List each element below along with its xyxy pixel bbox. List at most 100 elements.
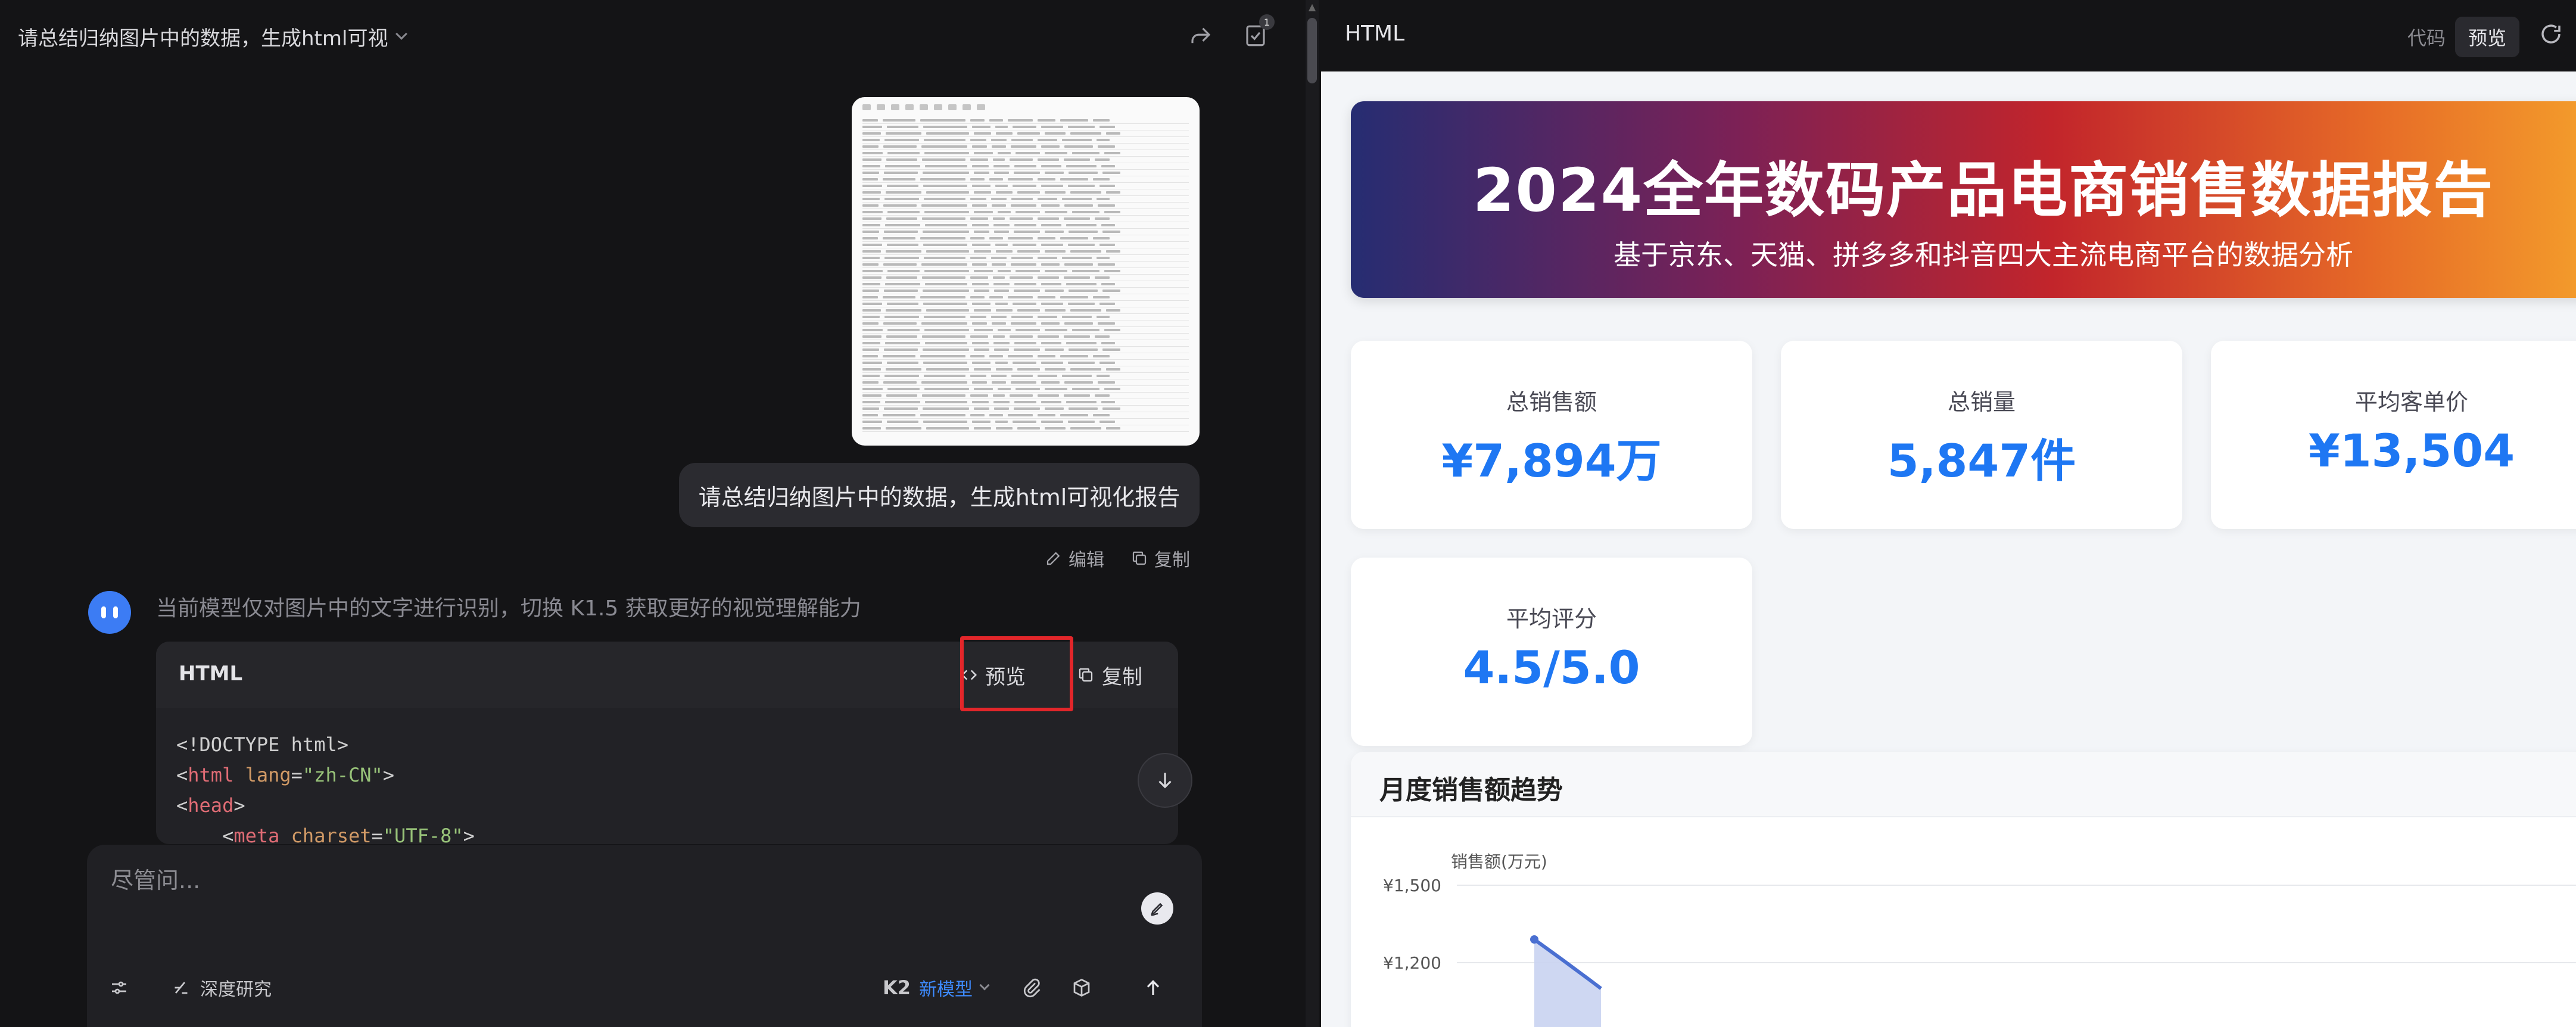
send-button[interactable] (1142, 971, 1164, 1004)
uploaded-image-thumbnail[interactable] (852, 97, 1200, 446)
refresh-icon[interactable] (2538, 21, 2568, 51)
spreadsheet-row (862, 340, 1189, 347)
spreadsheet-row (862, 203, 1189, 209)
copy-message-button[interactable]: 复制 (1130, 543, 1190, 573)
chat-input[interactable] (111, 863, 1123, 898)
spreadsheet-rows (862, 117, 1189, 446)
copy-code-label: 复制 (1102, 665, 1142, 689)
spreadsheet-row (862, 150, 1189, 157)
kpi-card-total-sales: 总销售额 ¥7,894万 (1351, 341, 1752, 529)
tab-preview-label: 预览 (2468, 27, 2507, 49)
copy-icon (1079, 668, 1093, 682)
share-icon[interactable] (1184, 19, 1217, 52)
spreadsheet-row (862, 262, 1189, 268)
chart-y-tick-label: ¥1,500 (1383, 876, 1441, 895)
kpi-card-avg-order-value: 平均客单价 ¥13,504 (2211, 341, 2576, 529)
chevron-down-icon (979, 980, 990, 991)
tab-preview[interactable]: 预览 (2455, 17, 2520, 57)
report-subtitle: 基于京东、天猫、拼多多和抖音四大主流电商平台的数据分析 (1613, 239, 2353, 271)
deep-research-button[interactable]: 深度研究 (170, 971, 272, 1004)
chevron-down-icon (395, 28, 408, 40)
spreadsheet-row (862, 196, 1189, 203)
kpi-label: 平均评分 (1506, 606, 1597, 632)
spreadsheet-row (862, 366, 1189, 373)
deep-research-label: 深度研究 (200, 979, 272, 1000)
kpi-value: ¥7,894万 (1441, 434, 1662, 487)
spreadsheet-row (862, 216, 1189, 222)
settings-sliders-icon[interactable] (108, 971, 130, 1004)
spreadsheet-row (862, 412, 1189, 419)
spreadsheet-row (862, 314, 1189, 320)
cube-icon[interactable] (1071, 971, 1092, 1004)
spreadsheet-row (862, 360, 1189, 366)
highlight-box (960, 636, 1073, 711)
spreadsheet-row (862, 163, 1189, 170)
attach-file-icon[interactable] (1021, 971, 1042, 1004)
spreadsheet-row (862, 327, 1189, 334)
code-content[interactable]: <!DOCTYPE html> <html lang="zh-CN"> <head>… (176, 730, 1166, 844)
scrollbar-thumb[interactable] (1307, 18, 1317, 83)
chat-panel: 请总结归纳图片中的数据，生成html可视 1 ▲ 请总结归纳图片中的数据，生成h… (0, 0, 1321, 1027)
tab-code-label: 代码 (2407, 27, 2446, 49)
spreadsheet-row (862, 124, 1189, 130)
assistant-avatar (88, 591, 131, 634)
tab-code[interactable]: 代码 (2397, 19, 2456, 55)
spreadsheet-row (862, 373, 1189, 379)
spreadsheet-row (862, 255, 1189, 262)
spreadsheet-row (862, 386, 1189, 393)
copy-label: 复制 (1154, 550, 1190, 571)
spreadsheet-row (862, 170, 1189, 176)
spreadsheet-row (862, 183, 1189, 189)
spreadsheet-row (862, 130, 1189, 137)
edit-button[interactable]: 编辑 (1045, 543, 1104, 573)
chat-title[interactable]: 请总结归纳图片中的数据，生成html可视 (18, 21, 408, 51)
chart-data-point (1530, 935, 1538, 944)
chart-y-tick-label: ¥1,200 (1383, 953, 1441, 973)
scroll-down-button[interactable] (1138, 753, 1192, 808)
task-list-icon[interactable]: 1 (1239, 14, 1275, 52)
task-count-badge: 1 (1259, 14, 1275, 30)
spreadsheet-row (862, 275, 1189, 281)
kpi-card-avg-rating: 平均评分 4.5/5.0 (1351, 558, 1752, 746)
spreadsheet-row (862, 399, 1189, 406)
spreadsheet-row (862, 209, 1189, 216)
model-tag: 新模型 (919, 979, 973, 1000)
pencil-icon (1046, 552, 1060, 565)
chat-title-text: 请总结归纳图片中的数据，生成html可视 (18, 26, 388, 51)
spreadsheet-row (862, 288, 1189, 294)
code-line: <head> (176, 794, 245, 817)
spreadsheet-row (862, 248, 1189, 255)
chart-area-fill (1534, 939, 1601, 1027)
pen-icon[interactable] (1141, 892, 1173, 925)
user-message-text: 请总结归纳图片中的数据，生成html可视化报告 (698, 484, 1180, 511)
research-icon (175, 982, 188, 994)
model-name: K2 (883, 976, 911, 999)
scrollbar-track[interactable] (1306, 0, 1319, 1027)
spreadsheet-row (862, 294, 1189, 301)
spreadsheet-row (862, 281, 1189, 288)
user-message-bubble: 请总结归纳图片中的数据，生成html可视化报告 (679, 463, 1200, 527)
code-line: <meta charset="UTF-8"> (222, 824, 475, 844)
spreadsheet-row (862, 406, 1189, 412)
spreadsheet-row (862, 379, 1189, 386)
monthly-sales-chart-card: 月度销售额趋势 销售额(万元) ¥1,500 ¥1,200 (1351, 752, 2576, 1027)
code-line: <!DOCTYPE html> (176, 733, 348, 756)
scroll-up-arrow-icon[interactable]: ▲ (1307, 2, 1317, 12)
report-title: 2024全年数码产品电商销售数据报告 (1472, 155, 2494, 225)
spreadsheet-row (862, 307, 1189, 314)
spreadsheet-row (862, 176, 1189, 183)
spreadsheet-row (862, 189, 1189, 196)
preview-panel: HTML 代码 预览 2024全年数码产品电商销售数据报告 基于京东、天猫、拼多… (1321, 0, 2576, 1027)
spreadsheet-row (862, 425, 1189, 432)
preview-panel-title: HTML (1345, 21, 1405, 46)
model-selector[interactable]: K2 新模型 (883, 971, 990, 1004)
kpi-value: 4.5/5.0 (1463, 641, 1640, 694)
spreadsheet-row (862, 117, 1189, 124)
kpi-label: 平均客单价 (2354, 389, 2468, 415)
composer: 深度研究 K2 新模型 (87, 845, 1202, 1027)
spreadsheet-row (862, 157, 1189, 163)
kpi-label: 总销售额 (1506, 389, 1597, 415)
spreadsheet-row (862, 144, 1189, 150)
copy-code-button[interactable]: 复制 (1077, 656, 1142, 694)
spreadsheet-row (862, 419, 1189, 425)
